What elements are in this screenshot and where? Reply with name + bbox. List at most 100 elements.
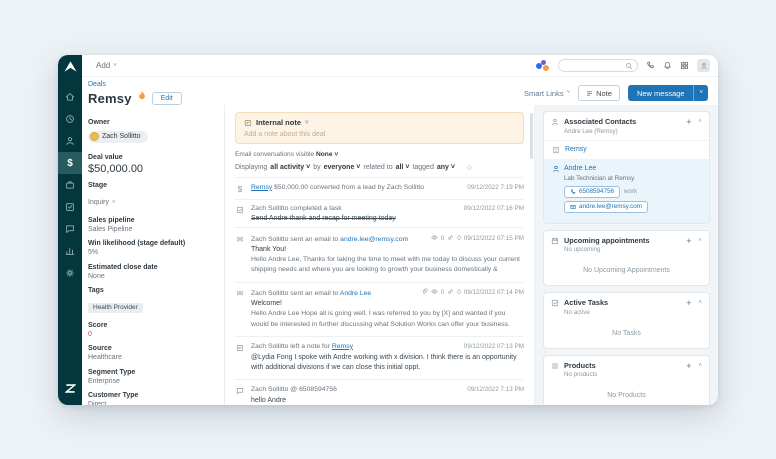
appointments-card: Upcoming appointments No upcoming + ˄ No… [543,229,710,286]
feed-scrollbar[interactable] [530,113,533,159]
breadcrumb-deals-link[interactable]: Deals [88,81,106,88]
internal-note-composer[interactable]: Internal note ˅ Add a note about this de… [235,112,524,144]
feed-filter-row: Displaying all activity ˅ by everyone ˅ … [235,163,474,172]
feed-item-note: Zach Sollitto left a note for Remsy 09/1… [235,336,524,379]
add-button[interactable]: Add ˅ [96,61,117,70]
paperclip-icon [421,288,428,297]
tasks-icon[interactable] [58,196,82,218]
home-icon[interactable] [58,86,82,108]
settings-gear-icon[interactable] [58,262,82,284]
link-icon [447,288,454,297]
pipeline-value: Sales Pipeline [88,225,133,233]
chevron-down-icon[interactable]: ˅ [305,120,309,126]
email-recipient-link[interactable]: andre.lee@remsy.com [340,236,408,243]
card-subtitle: Andre Lee (Remsy) [564,127,618,135]
communications-icon[interactable] [58,218,82,240]
add-contact-button[interactable]: + [686,117,691,127]
segment-type-value: Enterprise [88,377,120,385]
card-title: Associated Contacts [564,117,637,126]
close-date-value: None [88,272,105,280]
search-icon [625,57,633,75]
deal-link[interactable]: Remsy [251,184,272,191]
add-product-button[interactable]: + [686,361,691,371]
company-link[interactable]: Remsy [565,146,587,153]
score-label: Score [88,321,108,329]
card-subtitle: No upcoming [564,246,601,253]
note-text: @Lydia Fong I spoke with Andre working w… [251,353,517,372]
envelope-icon: ✉ [236,289,244,298]
empty-state: No Products [607,392,646,399]
add-task-button[interactable]: + [686,298,691,308]
page-title: Remsy [88,90,132,106]
contact-name-link[interactable]: Andre Lee [552,165,701,173]
pipeline-label: Sales pipeline [88,216,135,224]
collapse-chevron-icon[interactable]: ˄ [698,300,702,306]
feed-item-sms: Zach Sollitto @ 6508594756 09/12/2022 7:… [235,379,524,405]
favorite-filter-star-icon[interactable]: ☆ [466,163,473,172]
related-filter-dropdown[interactable]: all ˅ [396,164,410,171]
feed-item-task: Zach Sollitto completed a task 09/12/202… [235,198,524,228]
companies-icon[interactable] [58,174,82,196]
card-title: Active Tasks [564,298,609,307]
calendar-icon [551,236,559,245]
email-preview: Hello Andre Lee Hope all is going well. … [251,310,510,328]
link-icon [447,234,454,243]
tags-label: Tags [88,287,104,294]
visibility-dropdown[interactable]: None ˅ [316,151,338,158]
owner-chip[interactable]: Zach Sollitto [88,130,148,143]
zendesk-logo-icon [63,383,77,397]
apps-grid-icon[interactable] [680,61,689,70]
deals-icon[interactable]: $ [58,152,82,174]
search-input[interactable] [558,59,638,72]
contact-role: Lab Technician at Remsy [564,174,635,182]
owner-label: Owner [88,119,110,126]
profile-avatar[interactable] [697,59,710,72]
user-filter-dropdown[interactable]: everyone ˅ [324,164,361,171]
phone-type-label: work [624,188,638,195]
edit-button[interactable]: Edit [151,91,182,105]
chevron-down-icon[interactable]: ˅ [693,85,708,101]
app-window: $ Add ˅ Deals Remsy Edit Smart Links ˅ N… [58,55,718,405]
reports-icon[interactable] [58,240,82,262]
notifications-bell-icon[interactable] [663,61,672,70]
source-label: Source [88,345,112,352]
source-value: Healthcare [88,354,122,361]
topbar: Add ˅ [82,55,718,77]
stage-dropdown[interactable]: Inquiry ˅ [88,199,116,206]
phone-chip[interactable]: 6508594756 [564,185,621,198]
dollar-icon: $ [237,184,243,194]
score-value: 0 [88,330,92,338]
email-subject: Thank You! [251,245,287,253]
new-message-button[interactable]: New message ˅ [627,85,708,101]
contact-icon [551,117,559,126]
company-icon [553,146,559,153]
email-recipient-link[interactable]: Andre Lee [340,290,371,297]
phone-icon[interactable] [646,61,655,70]
collapse-chevron-icon[interactable]: ˄ [698,119,702,125]
chevron-down-icon: ˅ [113,62,117,69]
leads-icon[interactable] [58,130,82,152]
note-placeholder[interactable]: Add a note about this deal [244,131,515,138]
activity-filter-dropdown[interactable]: all activity ˅ [270,164,310,171]
tag-chip[interactable]: Health Provider [88,302,143,313]
note-button[interactable]: Note [578,85,620,101]
tagged-filter-dropdown[interactable]: any ˅ [437,164,455,171]
deal-link[interactable]: Remsy [332,343,353,350]
activity-feed-panel: Internal note ˅ Add a note about this de… [225,105,535,405]
smart-links-dropdown[interactable]: Smart Links ˅ [524,89,570,98]
collapse-chevron-icon[interactable]: ˄ [698,363,702,369]
history-icon[interactable] [58,108,82,130]
add-appointment-button[interactable]: + [686,236,691,246]
collapse-chevron-icon[interactable]: ˄ [698,238,702,244]
win-likelihood-label: Win likelihood (stage default) [88,240,186,247]
main-sidebar: $ [58,55,82,405]
add-label: Add [96,61,111,70]
person-icon [553,165,559,172]
email-chip[interactable]: andre.lee@remsy.com [564,200,648,213]
products-card: Products No products + ˄ No Products [543,354,710,405]
card-title: Products [564,360,596,370]
sell-logo-icon [536,59,550,72]
chevron-down-icon: ˅ [112,199,116,206]
timestamp: 09/12/2022 07:13 PM [463,342,524,350]
contact-block: Andre Lee Lab Technician at Remsy 650859… [544,158,709,223]
